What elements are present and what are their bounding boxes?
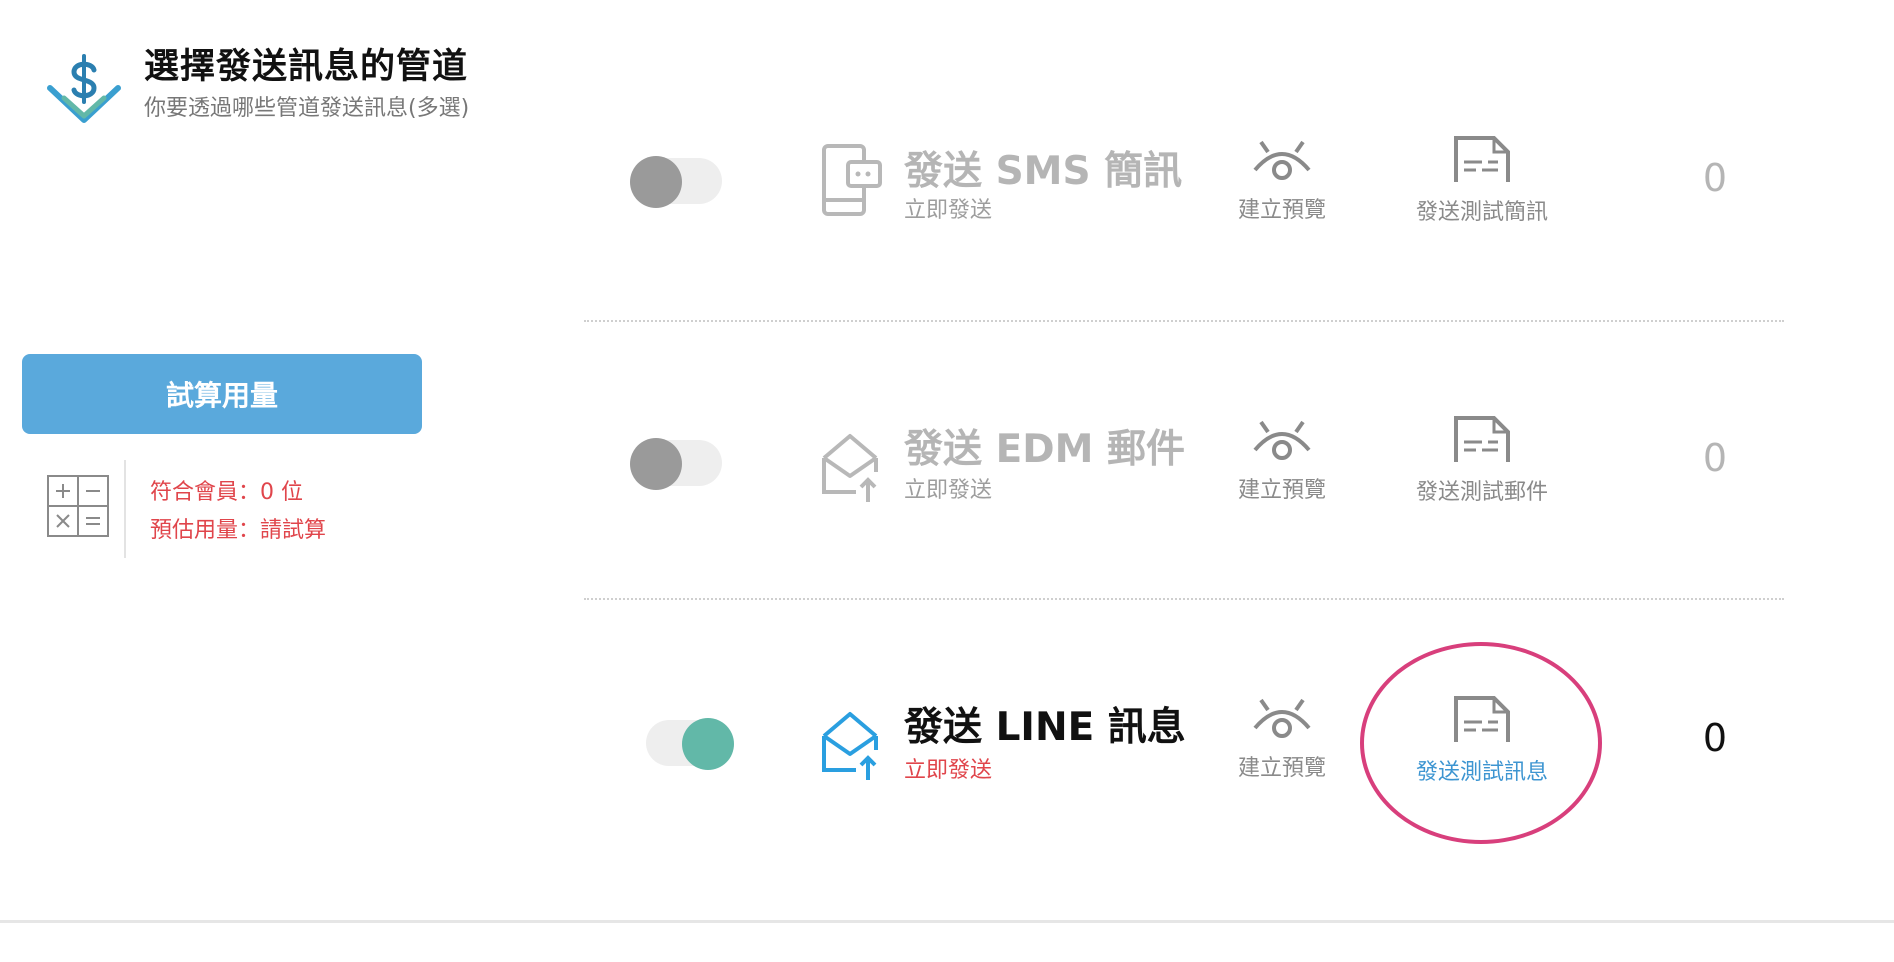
- edm-preview-label: 建立預覽: [1237, 478, 1326, 503]
- calculator-icon: [47, 475, 109, 537]
- line-preview-action[interactable]: 建立預覽: [1212, 694, 1352, 782]
- estimated-usage-text: 預估用量：請試算: [150, 518, 327, 543]
- sms-preview-label: 建立預覽: [1237, 198, 1326, 223]
- envelope-upload-icon: [822, 434, 878, 502]
- calculate-usage-button[interactable]: 試算用量: [22, 354, 422, 434]
- matching-members-text: 符合會員：0 位: [150, 480, 303, 505]
- edm-toggle[interactable]: [628, 438, 728, 490]
- sms-channel-title: 發送 SMS 簡訊: [904, 149, 1183, 194]
- line-channel-subtitle: 立即發送: [904, 758, 993, 783]
- edm-send-test-action[interactable]: 發送測試郵件: [1392, 414, 1572, 506]
- line-toggle[interactable]: [636, 718, 736, 770]
- envelope-upload-icon: [822, 712, 878, 780]
- sms-channel-subtitle: 立即發送: [904, 198, 993, 223]
- eye-icon: [1253, 698, 1311, 738]
- sms-preview-action[interactable]: 建立預覽: [1212, 136, 1352, 224]
- eye-icon: [1253, 140, 1311, 180]
- edm-channel-title: 發送 EDM 郵件: [904, 427, 1185, 472]
- page-subtitle: 你要透過哪些管道發送訊息(多選): [144, 96, 470, 121]
- row-divider: [584, 598, 1784, 600]
- highlight-circle: [1360, 642, 1602, 844]
- edm-channel-subtitle: 立即發送: [904, 478, 993, 503]
- sms-count: 0: [1702, 156, 1728, 200]
- edm-preview-action[interactable]: 建立預覽: [1212, 416, 1352, 504]
- eye-icon: [1253, 420, 1311, 460]
- sms-send-test-label: 發送測試簡訊: [1415, 200, 1548, 225]
- row-divider: [584, 320, 1784, 322]
- document-icon: [1454, 416, 1510, 462]
- sms-send-test-action[interactable]: 發送測試簡訊: [1392, 134, 1572, 226]
- line-preview-label: 建立預覽: [1237, 756, 1326, 781]
- edm-count: 0: [1702, 436, 1728, 480]
- mobile-chat-icon: [822, 144, 882, 216]
- sms-toggle[interactable]: [628, 156, 728, 208]
- line-count: 0: [1702, 716, 1728, 760]
- page-title: 選擇發送訊息的管道: [144, 47, 469, 87]
- edm-send-test-label: 發送測試郵件: [1415, 480, 1548, 505]
- line-channel-title: 發送 LINE 訊息: [904, 705, 1186, 750]
- bottom-rule: [0, 920, 1894, 923]
- calc-divider: [124, 460, 126, 558]
- dollar-down-arrow-icon: [47, 54, 121, 123]
- document-icon: [1454, 136, 1510, 182]
